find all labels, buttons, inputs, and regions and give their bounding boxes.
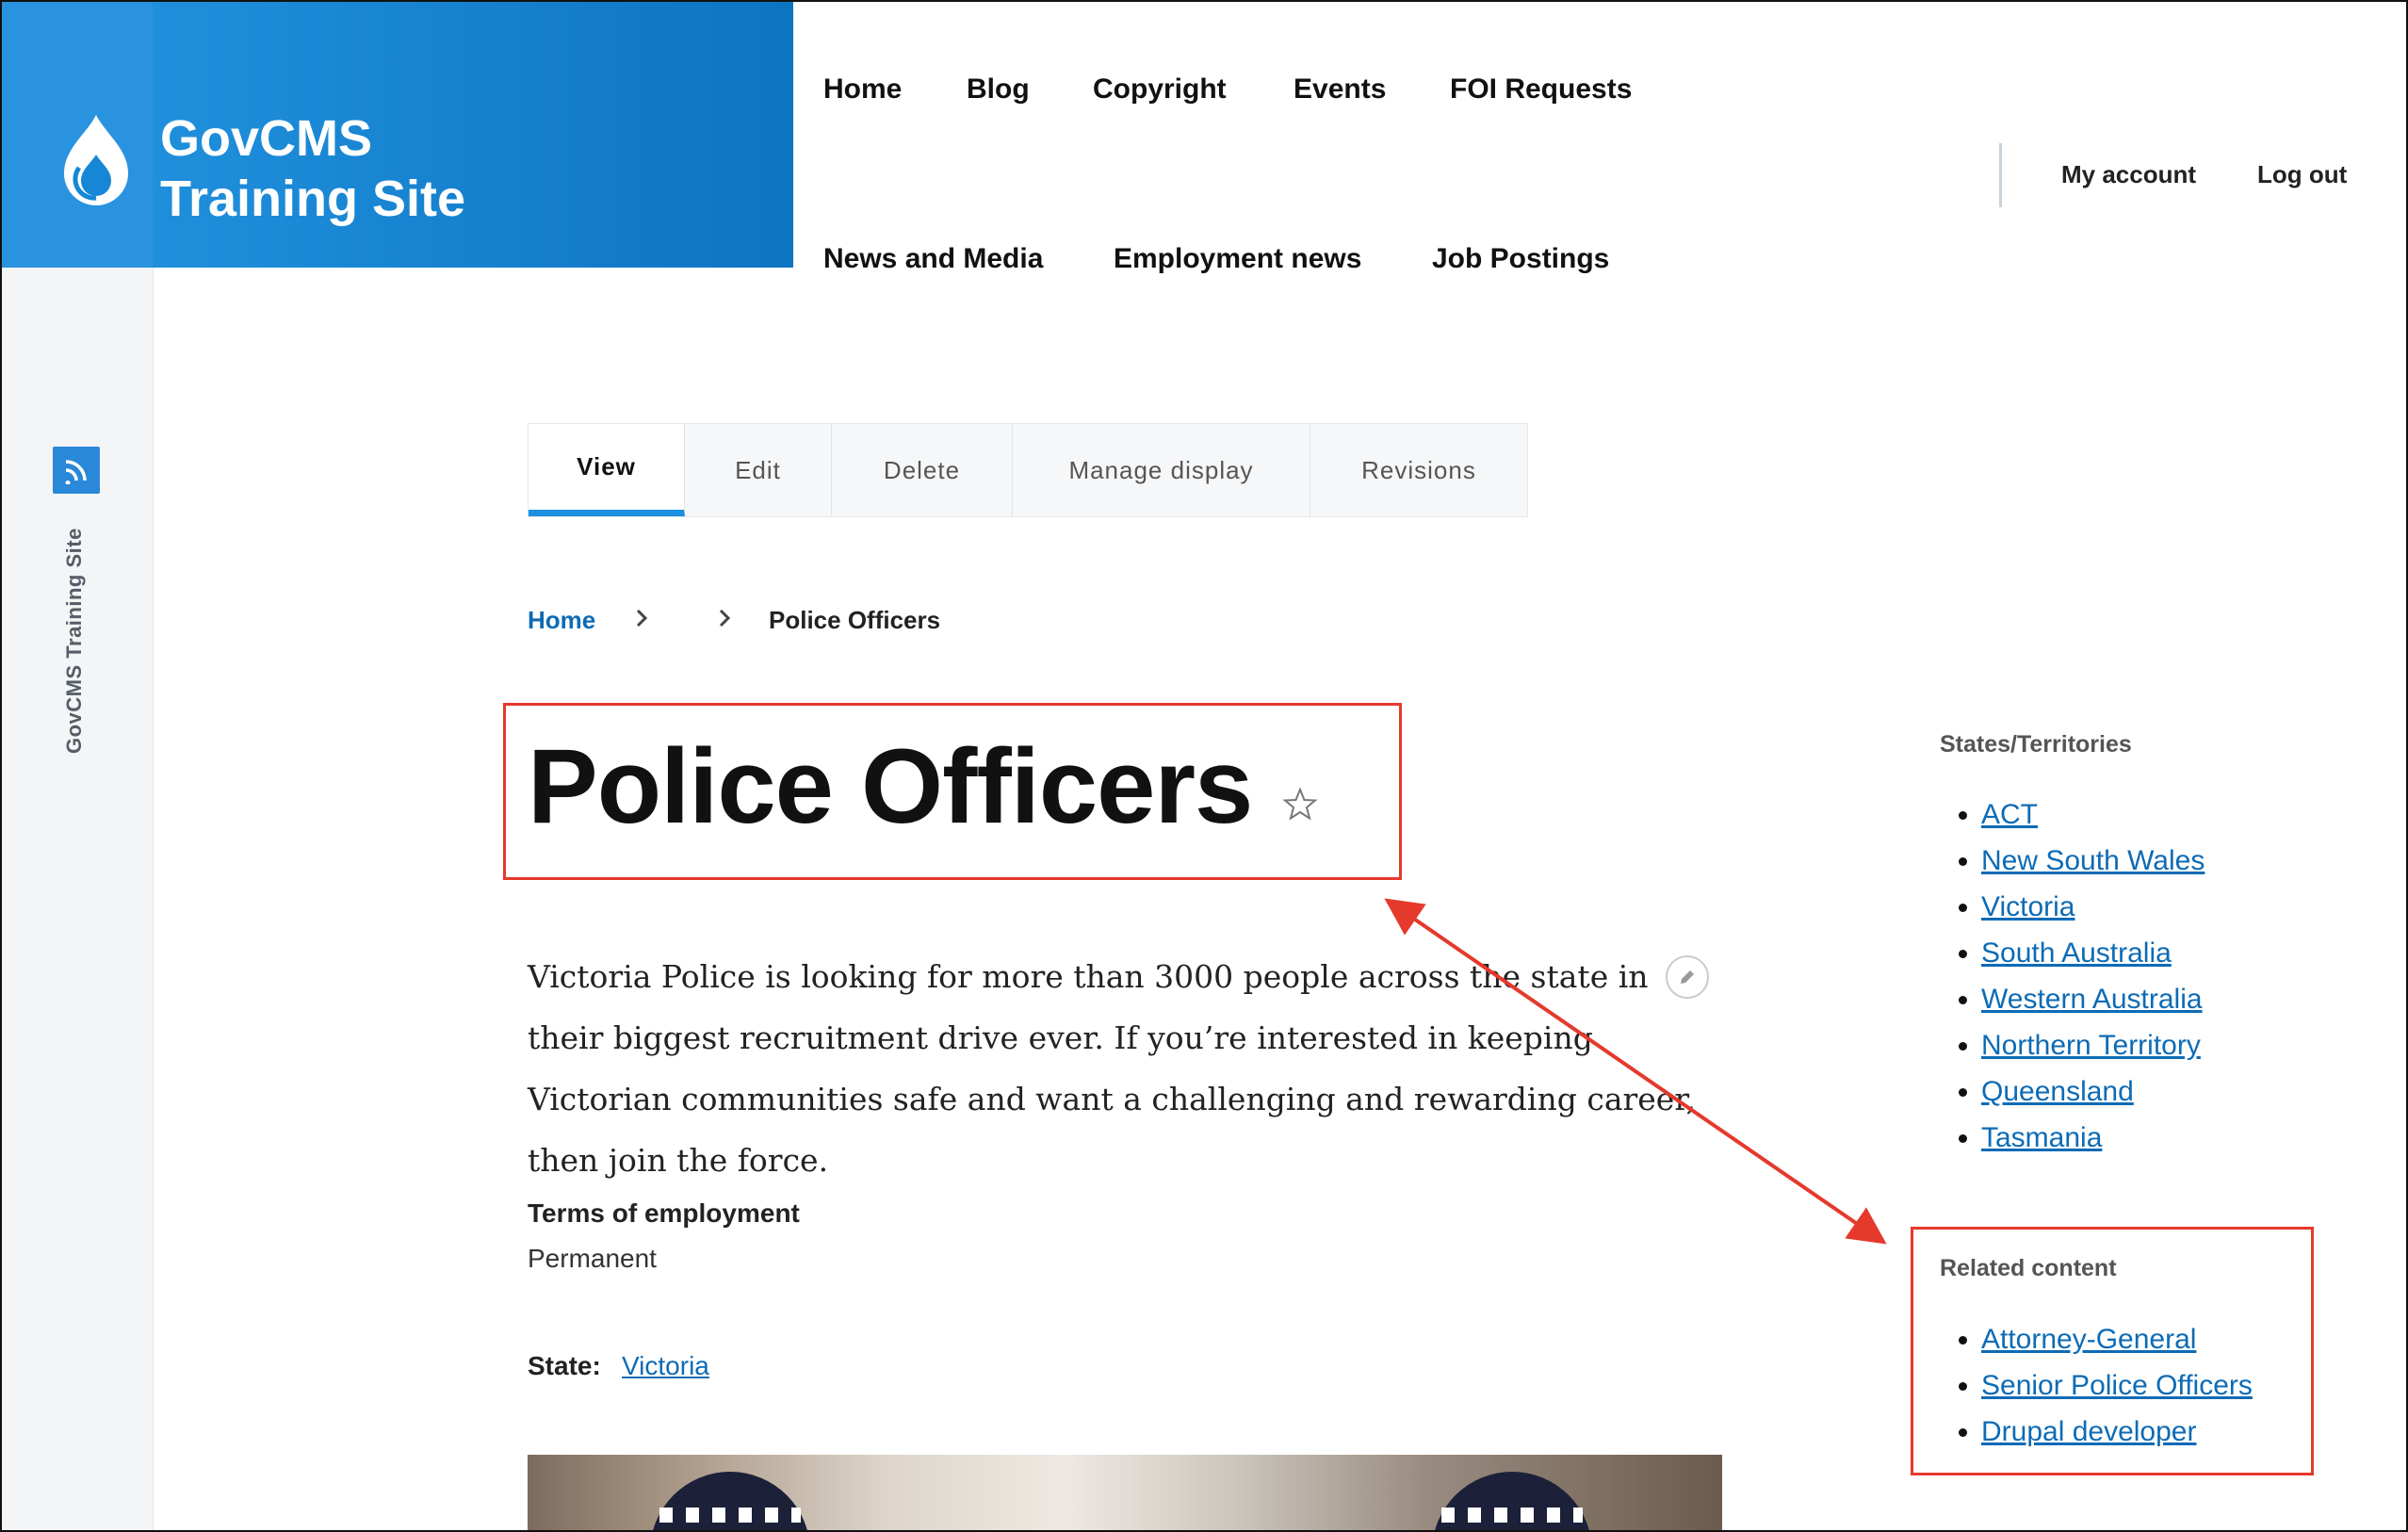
list-item: Senior Police Officers — [1981, 1362, 2253, 1409]
toolbar-feed-icon[interactable] — [53, 447, 100, 494]
list-item: Western Australia — [1981, 976, 2205, 1022]
states-territories-list: ACT New South Wales Victoria South Austr… — [1958, 791, 2205, 1161]
my-account-link[interactable]: My account — [2061, 160, 2196, 189]
pencil-icon[interactable] — [1666, 955, 1709, 999]
site-name-line1: GovCMS — [160, 110, 373, 167]
nav-home[interactable]: Home — [823, 73, 902, 106]
nav-news-and-media[interactable]: News and Media — [823, 243, 1043, 275]
nav-blog[interactable]: Blog — [967, 73, 1030, 106]
list-item: South Australia — [1981, 930, 2205, 976]
article-image — [528, 1455, 1722, 1530]
related-content-heading: Related content — [1940, 1255, 2117, 1281]
list-item: New South Wales — [1981, 838, 2205, 884]
list-item: Drupal developer — [1981, 1409, 2253, 1455]
state-link-nt[interactable]: Northern Territory — [1981, 1030, 2201, 1061]
list-item: Tasmania — [1981, 1115, 2205, 1161]
local-tasks-tabs: View Edit Delete Manage display Revision… — [528, 423, 1528, 517]
related-link-senior-police-officers[interactable]: Senior Police Officers — [1981, 1370, 2253, 1401]
annotation-highlight-title — [503, 703, 1402, 880]
list-item: Northern Territory — [1981, 1022, 2205, 1068]
nav-foi-requests[interactable]: FOI Requests — [1450, 73, 1632, 106]
list-item: Attorney-General — [1981, 1316, 2253, 1362]
state-link-qld[interactable]: Queensland — [1981, 1076, 2134, 1107]
state-link-sa[interactable]: South Australia — [1981, 937, 2172, 969]
nav-events[interactable]: Events — [1293, 73, 1386, 106]
state-link-nsw[interactable]: New South Wales — [1981, 845, 2205, 876]
site-name[interactable]: GovCMS Training Site — [160, 108, 465, 229]
state-link[interactable]: Victoria — [622, 1351, 709, 1381]
tab-view[interactable]: View — [529, 424, 685, 516]
list-item: Victoria — [1981, 884, 2205, 930]
tab-delete[interactable]: Delete — [832, 424, 1013, 516]
states-territories-heading: States/Territories — [1940, 731, 2132, 758]
related-link-drupal-developer[interactable]: Drupal developer — [1981, 1416, 2196, 1447]
state-link-wa[interactable]: Western Australia — [1981, 984, 2203, 1015]
site-name-line2: Training Site — [160, 171, 466, 227]
related-link-attorney-general[interactable]: Attorney-General — [1981, 1324, 2196, 1355]
chevron-right-icon — [716, 604, 735, 632]
list-item: ACT — [1981, 791, 2205, 838]
state-link-tas[interactable]: Tasmania — [1981, 1122, 2102, 1153]
nav-job-postings[interactable]: Job Postings — [1432, 243, 1609, 275]
related-content-list: Attorney-General Senior Police Officers … — [1958, 1316, 2253, 1455]
log-out-link[interactable]: Log out — [2257, 160, 2347, 189]
list-item: Queensland — [1981, 1068, 2205, 1115]
tab-manage-display[interactable]: Manage display — [1013, 424, 1310, 516]
tab-edit[interactable]: Edit — [685, 424, 832, 516]
body-text: Victoria Police is looking for more than… — [528, 958, 1696, 1179]
breadcrumb-home[interactable]: Home — [528, 606, 595, 635]
toolbar-site-label-text: GovCMS Training Site — [62, 528, 86, 754]
drupal-drop-icon[interactable] — [58, 111, 134, 215]
terms-of-employment-value: Permanent — [528, 1244, 657, 1273]
state-link-act[interactable]: ACT — [1981, 799, 2038, 830]
nav-copyright[interactable]: Copyright — [1093, 73, 1227, 106]
state-label: State: — [528, 1351, 601, 1380]
toolbar-site-label[interactable]: GovCMS Training Site — [62, 509, 90, 754]
terms-of-employment-label: Terms of employment — [528, 1198, 800, 1228]
tab-revisions[interactable]: Revisions — [1310, 424, 1527, 516]
nav-employment-news[interactable]: Employment news — [1114, 243, 1361, 275]
breadcrumb-current: Police Officers — [769, 606, 941, 634]
user-menu-divider — [1999, 143, 2002, 207]
state-link-vic[interactable]: Victoria — [1981, 891, 2075, 922]
chevron-right-icon — [633, 604, 652, 632]
